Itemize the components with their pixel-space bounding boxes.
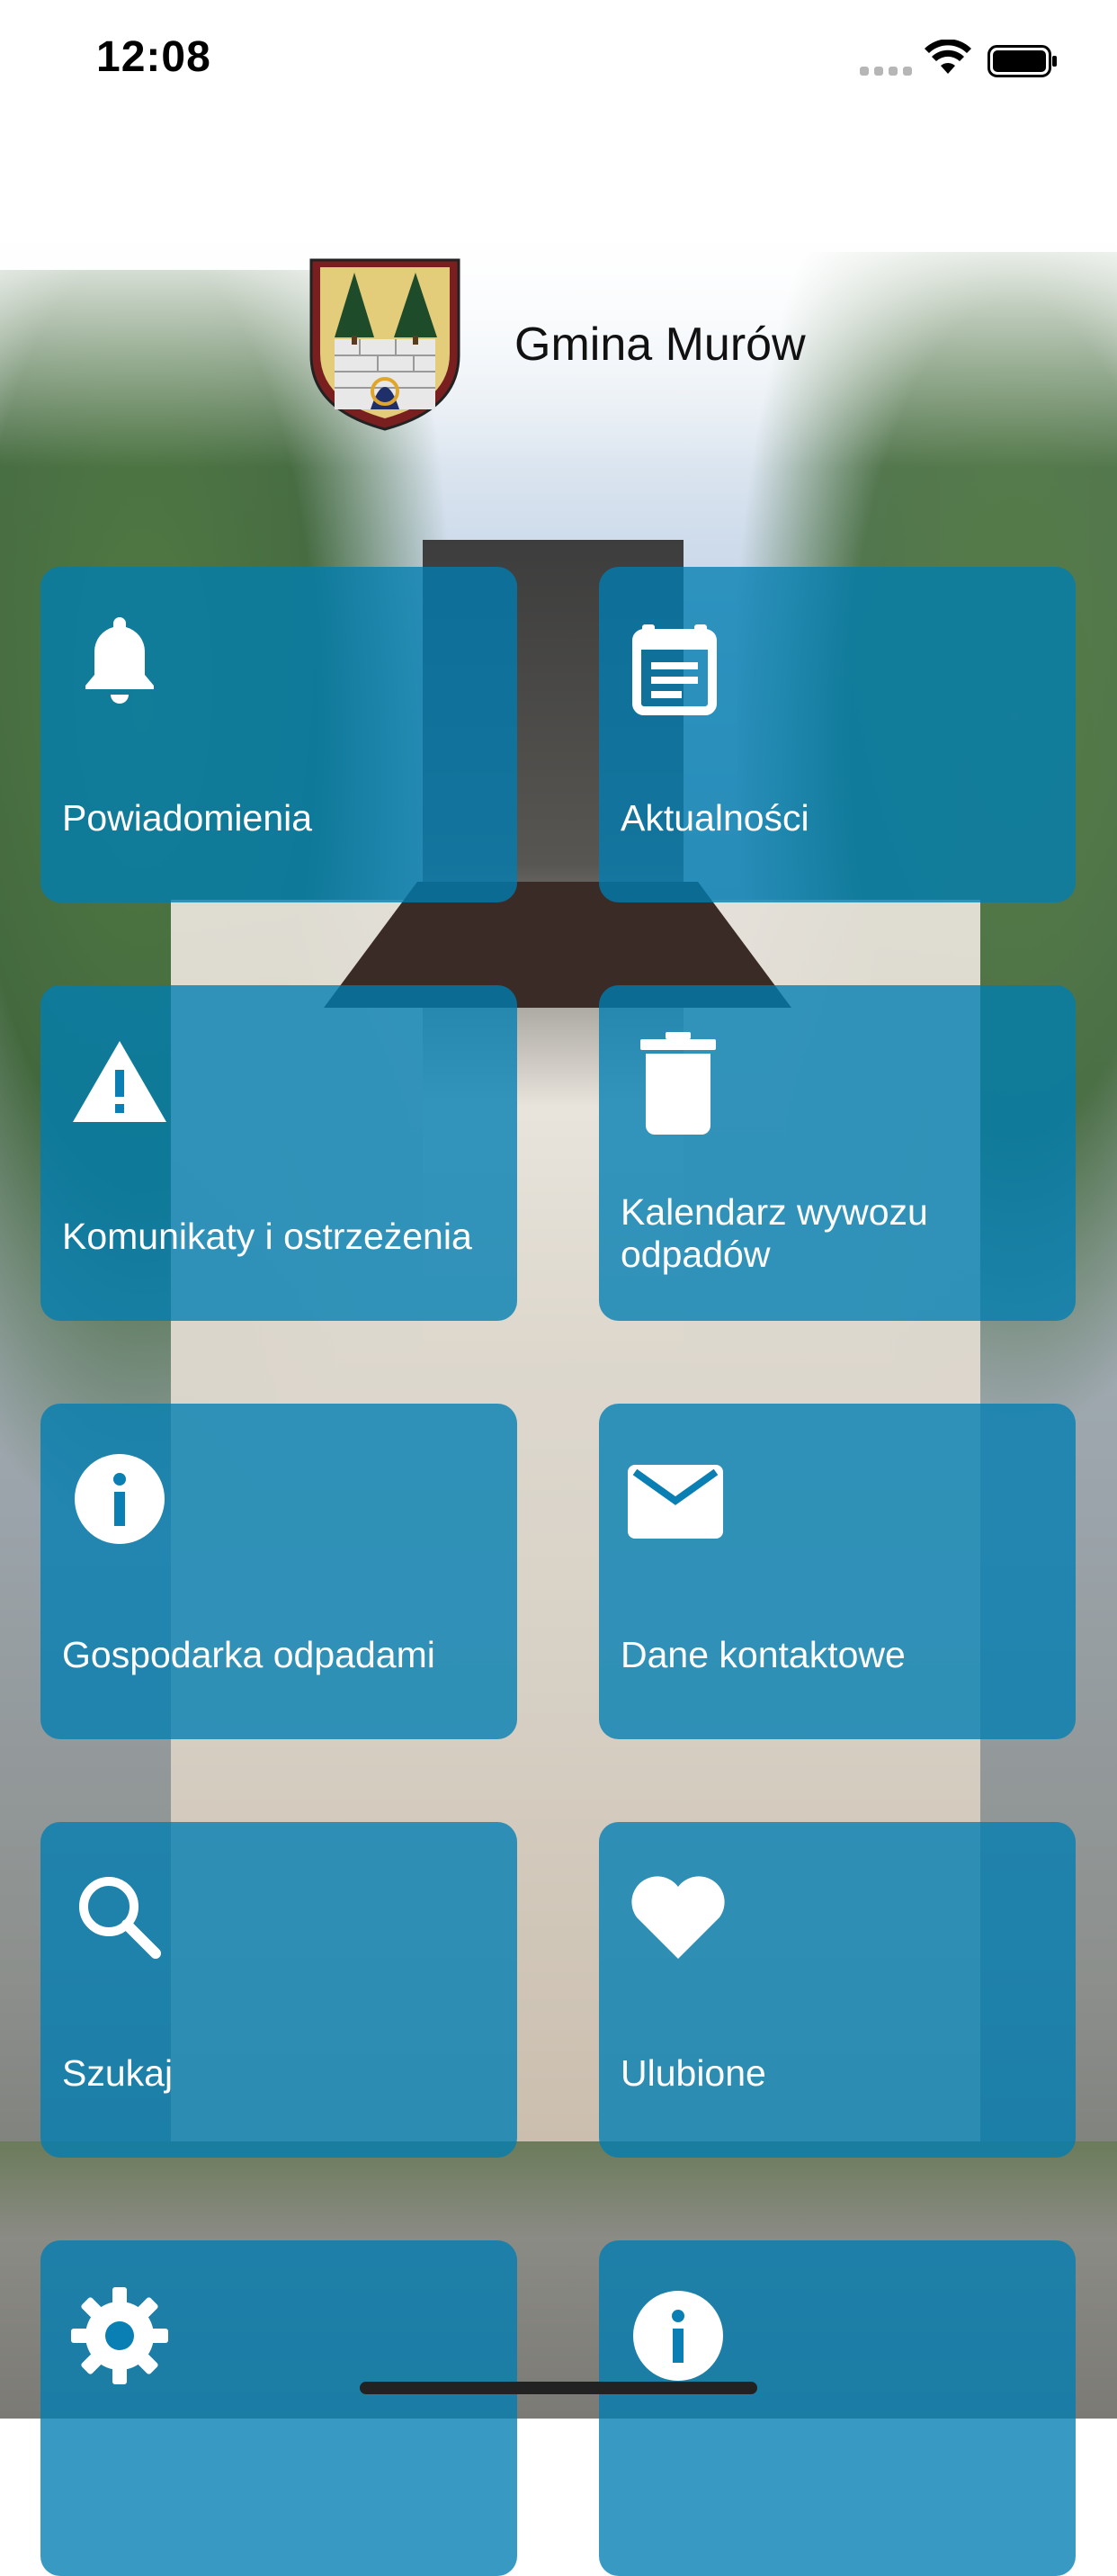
tile-label: Kalendarz wywozu odpadów — [621, 1191, 928, 1275]
info-icon — [75, 1454, 165, 1544]
tile-kalendarz-wywozu[interactable]: Kalendarz wywozu odpadów — [599, 985, 1076, 1321]
tile-powiadomienia[interactable]: Powiadomienia — [40, 567, 517, 902]
tile-aktualnosci[interactable]: Aktualności — [599, 567, 1076, 902]
cellular-signal-icon — [860, 67, 912, 76]
bell-icon — [85, 617, 154, 704]
tile-label: Aktualności — [621, 797, 809, 839]
crest-logo — [309, 258, 460, 431]
status-time: 12:08 — [96, 33, 211, 81]
battery-icon — [987, 45, 1057, 77]
app-title: Gmina Murów — [514, 319, 806, 371]
tile-gospodarka-odpadami[interactable]: Gospodarka odpadami — [40, 1404, 517, 1739]
tile-label: Powiadomienia — [62, 797, 313, 839]
tile-label: Szukaj — [62, 2052, 174, 2094]
tile-ulubione[interactable]: Ulubione — [599, 1822, 1076, 2158]
calendar-news-icon — [632, 624, 717, 715]
tile-ustawienia[interactable] — [40, 2240, 517, 2576]
warning-icon — [73, 1041, 166, 1122]
tile-label: Gospodarka odpadami — [62, 1634, 435, 1675]
tile-label: Dane kontaktowe — [621, 1634, 906, 1675]
mail-icon — [628, 1465, 723, 1539]
tile-label: Ulubione — [621, 2052, 766, 2094]
info-icon — [633, 2291, 723, 2381]
tile-komunikaty[interactable]: Komunikaty i ostrzeżenia — [40, 985, 517, 1321]
tile-label: Komunikaty i ostrzeżenia — [62, 1216, 472, 1257]
status-bar: 12:08 — [0, 0, 1117, 126]
tile-informacje[interactable] — [599, 2240, 1076, 2576]
tile-dane-kontaktowe[interactable]: Dane kontaktowe — [599, 1404, 1076, 1739]
search-icon — [79, 1877, 161, 1959]
wifi-icon — [925, 40, 971, 74]
home-indicator[interactable] — [360, 2382, 757, 2394]
tile-szukaj[interactable]: Szukaj — [40, 1822, 517, 2158]
heart-icon — [631, 1876, 725, 1959]
app-header: Gmina Murów — [0, 256, 1117, 436]
gear-icon — [71, 2287, 168, 2384]
trash-icon — [640, 1032, 716, 1135]
